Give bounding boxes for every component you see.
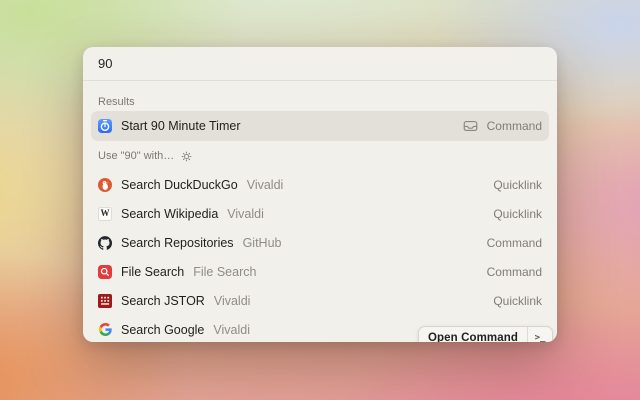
result-subtitle: File Search xyxy=(193,265,256,279)
result-type-label: Command xyxy=(487,236,542,250)
github-icon xyxy=(98,236,112,250)
result-type-label: Command xyxy=(487,265,542,279)
result-row[interactable]: W Search Wikipedia Vivaldi Quicklink xyxy=(91,199,549,228)
open-command-button[interactable]: Open Command >_ xyxy=(418,326,553,342)
file-search-icon xyxy=(98,265,112,279)
results-area: ResultsStart 90 Minute TimerCommandUse "… xyxy=(83,93,557,342)
result-title: Search DuckDuckGo xyxy=(121,178,238,192)
results-section: Use "90" with… Search DuckDuckGo Vivaldi Qu… xyxy=(91,147,549,342)
result-title: Search Repositories xyxy=(121,236,234,250)
google-icon xyxy=(98,323,112,337)
result-subtitle: Vivaldi xyxy=(227,207,264,221)
result-title: Search Wikipedia xyxy=(121,207,218,221)
tray-icon xyxy=(463,120,478,132)
duckduckgo-icon xyxy=(98,178,112,192)
search-input[interactable] xyxy=(98,56,542,71)
section-label: Use "90" with… xyxy=(98,150,174,162)
result-row[interactable]: Search JSTOR Vivaldi Quicklink xyxy=(91,286,549,315)
result-row[interactable]: Search Repositories GitHub Command xyxy=(91,228,549,257)
open-command-label: Open Command xyxy=(419,332,527,342)
result-subtitle: Vivaldi xyxy=(214,294,251,308)
result-row[interactable]: Search DuckDuckGo Vivaldi Quicklink xyxy=(91,170,549,199)
wikipedia-icon: W xyxy=(98,207,112,221)
result-subtitle: GitHub xyxy=(243,236,282,250)
timer-icon xyxy=(98,119,112,133)
gear-icon[interactable] xyxy=(181,151,192,162)
results-section: Results Start 90 Minute Timer Command xyxy=(91,93,549,141)
result-type-label: Quicklink xyxy=(493,294,542,308)
enter-key-icon: >_ xyxy=(527,327,552,342)
section-label: Results xyxy=(98,96,135,108)
search-bar xyxy=(83,47,557,81)
result-row[interactable]: Start 90 Minute Timer Command xyxy=(91,111,549,141)
result-title: Search Google xyxy=(121,323,204,337)
result-title: Search JSTOR xyxy=(121,294,205,308)
result-row[interactable]: File Search File Search Command xyxy=(91,257,549,286)
result-subtitle: Vivaldi xyxy=(247,178,284,192)
result-type-label: Quicklink xyxy=(493,207,542,221)
jstor-icon xyxy=(98,294,112,308)
launcher-window: ResultsStart 90 Minute TimerCommandUse "… xyxy=(83,47,557,342)
result-title: Start 90 Minute Timer xyxy=(121,119,241,133)
result-type-label: Quicklink xyxy=(493,178,542,192)
result-type-label: Command xyxy=(487,119,542,133)
result-subtitle: Vivaldi xyxy=(213,323,250,337)
result-title: File Search xyxy=(121,265,184,279)
